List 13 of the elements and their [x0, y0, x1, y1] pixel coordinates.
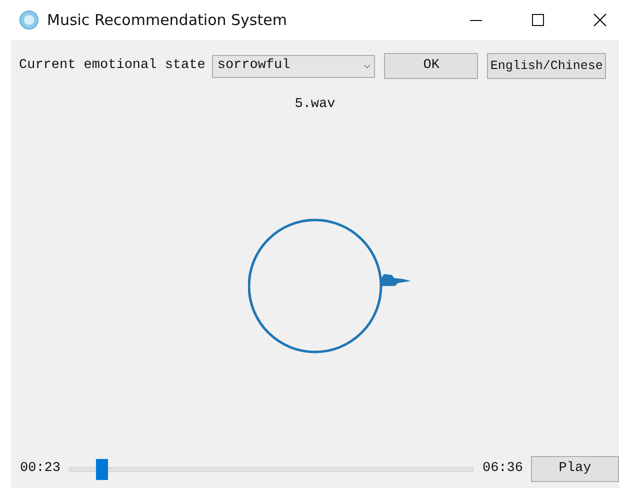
elapsed-time: 00:23	[20, 460, 61, 478]
emotion-label: Current emotional state	[19, 56, 206, 75]
language-button[interactable]: English/Chinese	[487, 53, 606, 79]
file-name: 5.wav	[294, 97, 336, 112]
total-time: 06:36	[482, 460, 523, 478]
play-button[interactable]: Play	[531, 456, 619, 482]
emotion-dropdown[interactable]: sorrowful ⌵	[212, 54, 376, 78]
app-icon	[19, 10, 39, 30]
ok-button[interactable]: OK	[384, 53, 478, 79]
close-icon[interactable]	[593, 13, 607, 27]
seek-slider[interactable]	[96, 458, 108, 480]
maximize-icon[interactable]	[532, 14, 544, 26]
window-title: Music Recommendation System	[47, 10, 287, 31]
